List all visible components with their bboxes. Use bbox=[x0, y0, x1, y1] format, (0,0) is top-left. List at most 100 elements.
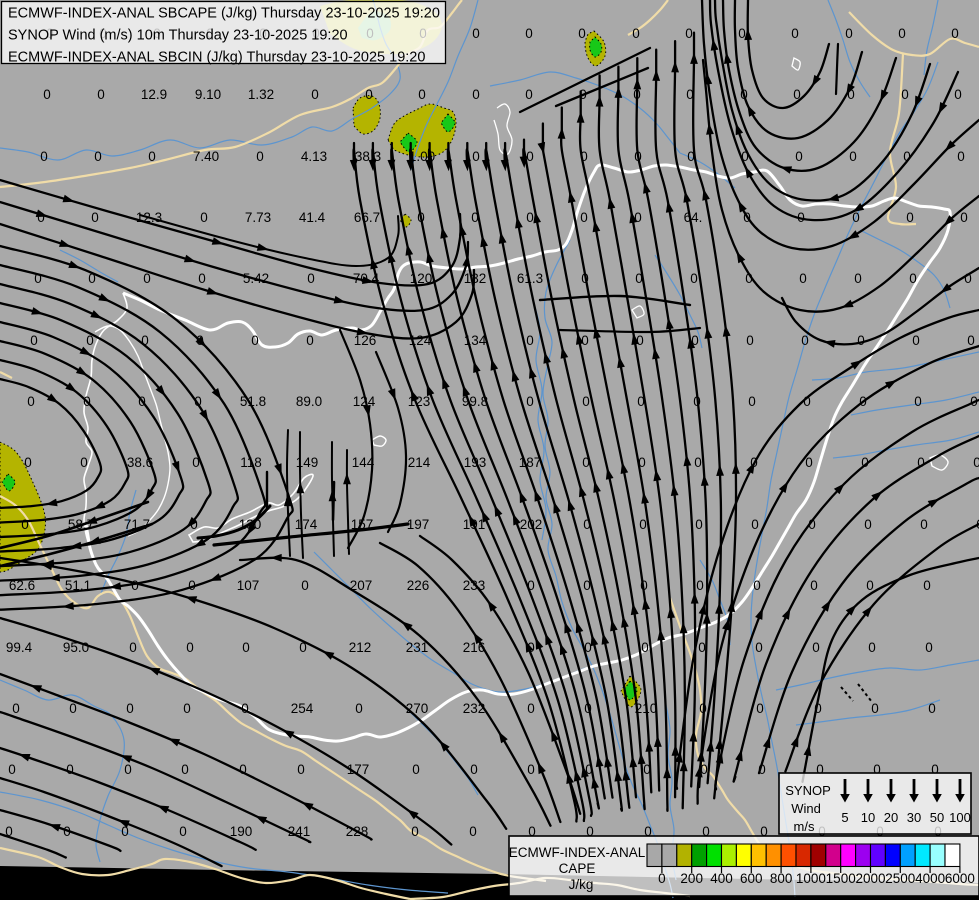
svg-text:0: 0 bbox=[799, 271, 807, 286]
svg-text:0: 0 bbox=[957, 149, 965, 164]
svg-text:0: 0 bbox=[857, 333, 865, 348]
svg-text:0: 0 bbox=[251, 333, 259, 348]
svg-text:0: 0 bbox=[94, 149, 102, 164]
svg-text:0: 0 bbox=[636, 333, 644, 348]
svg-text:0: 0 bbox=[582, 394, 590, 409]
svg-text:m/s: m/s bbox=[794, 819, 815, 834]
svg-text:0: 0 bbox=[920, 517, 928, 532]
svg-text:0: 0 bbox=[527, 701, 535, 716]
svg-text:7.40: 7.40 bbox=[193, 149, 219, 164]
svg-text:38.3: 38.3 bbox=[355, 149, 381, 164]
svg-text:231: 231 bbox=[406, 640, 429, 655]
svg-text:7.73: 7.73 bbox=[245, 210, 271, 225]
svg-text:0: 0 bbox=[639, 517, 647, 532]
svg-text:0: 0 bbox=[526, 210, 534, 225]
svg-text:SYNOP: SYNOP bbox=[785, 783, 831, 798]
svg-text:0: 0 bbox=[634, 210, 642, 225]
svg-text:0: 0 bbox=[40, 149, 48, 164]
svg-text:0: 0 bbox=[411, 824, 419, 839]
svg-text:4.13: 4.13 bbox=[301, 149, 327, 164]
svg-text:0: 0 bbox=[696, 578, 704, 593]
svg-text:0: 0 bbox=[126, 701, 134, 716]
svg-text:0: 0 bbox=[256, 149, 264, 164]
svg-text:1000: 1000 bbox=[796, 871, 826, 886]
svg-text:0: 0 bbox=[472, 87, 480, 102]
svg-text:0: 0 bbox=[756, 701, 764, 716]
svg-text:0: 0 bbox=[580, 210, 588, 225]
svg-text:0: 0 bbox=[960, 210, 968, 225]
svg-text:CAPE: CAPE bbox=[559, 861, 596, 876]
svg-text:ECMWF-INDEX-ANAL SBCIN (J/kg): ECMWF-INDEX-ANAL SBCIN (J/kg) Thursday 2… bbox=[8, 50, 425, 66]
svg-text:66.7: 66.7 bbox=[354, 210, 380, 225]
svg-text:0: 0 bbox=[973, 455, 979, 470]
svg-text:0: 0 bbox=[242, 640, 250, 655]
svg-text:214: 214 bbox=[408, 455, 431, 470]
svg-text:0: 0 bbox=[845, 26, 853, 41]
svg-text:0: 0 bbox=[694, 455, 702, 470]
svg-text:0: 0 bbox=[928, 701, 936, 716]
svg-text:0: 0 bbox=[695, 517, 703, 532]
svg-text:0: 0 bbox=[906, 210, 914, 225]
svg-text:SYNOP Wind (m/s) 10m Thursday: SYNOP Wind (m/s) 10m Thursday 23-10-2025… bbox=[8, 28, 348, 44]
svg-text:100: 100 bbox=[949, 810, 971, 825]
svg-text:0: 0 bbox=[755, 640, 763, 655]
svg-text:270: 270 bbox=[406, 701, 429, 716]
svg-text:200: 200 bbox=[680, 871, 703, 886]
svg-text:232: 232 bbox=[463, 701, 486, 716]
svg-text:ECMWF-INDEX-ANAL: ECMWF-INDEX-ANAL bbox=[509, 845, 646, 860]
svg-text:190: 190 bbox=[230, 824, 253, 839]
svg-text:0: 0 bbox=[914, 394, 922, 409]
svg-text:4000: 4000 bbox=[915, 871, 945, 886]
svg-text:0: 0 bbox=[66, 762, 74, 777]
svg-text:2500: 2500 bbox=[885, 871, 915, 886]
svg-text:ECMWF-INDEX-ANAL SBCAPE (J/kg): ECMWF-INDEX-ANAL SBCAPE (J/kg) Thursday … bbox=[8, 6, 440, 22]
svg-text:0: 0 bbox=[698, 640, 706, 655]
svg-text:0: 0 bbox=[27, 394, 35, 409]
svg-text:0: 0 bbox=[470, 762, 478, 777]
svg-text:5: 5 bbox=[841, 810, 848, 825]
svg-text:J/kg: J/kg bbox=[569, 877, 594, 892]
svg-text:0: 0 bbox=[525, 26, 533, 41]
svg-text:0: 0 bbox=[753, 578, 761, 593]
svg-text:233: 233 bbox=[463, 578, 486, 593]
svg-text:0: 0 bbox=[469, 824, 477, 839]
svg-text:0: 0 bbox=[795, 149, 803, 164]
svg-text:64.: 64. bbox=[684, 210, 703, 225]
svg-text:0: 0 bbox=[526, 394, 534, 409]
svg-text:0: 0 bbox=[791, 26, 799, 41]
svg-text:0: 0 bbox=[198, 271, 206, 286]
svg-text:0: 0 bbox=[641, 640, 649, 655]
svg-text:0: 0 bbox=[412, 762, 420, 777]
svg-text:0: 0 bbox=[472, 26, 480, 41]
svg-text:0: 0 bbox=[868, 640, 876, 655]
svg-text:0: 0 bbox=[812, 640, 820, 655]
svg-text:0: 0 bbox=[967, 333, 975, 348]
svg-text:0: 0 bbox=[748, 394, 756, 409]
svg-text:0: 0 bbox=[91, 210, 99, 225]
svg-text:1.32: 1.32 bbox=[248, 87, 274, 102]
svg-text:2000: 2000 bbox=[855, 871, 885, 886]
svg-text:0: 0 bbox=[181, 762, 189, 777]
svg-text:0: 0 bbox=[179, 824, 187, 839]
svg-text:212: 212 bbox=[349, 640, 372, 655]
svg-text:254: 254 bbox=[291, 701, 314, 716]
svg-text:0: 0 bbox=[871, 701, 879, 716]
svg-text:0: 0 bbox=[80, 455, 88, 470]
svg-text:0: 0 bbox=[311, 87, 319, 102]
svg-text:0: 0 bbox=[925, 640, 933, 655]
svg-text:0: 0 bbox=[183, 701, 191, 716]
svg-text:0: 0 bbox=[307, 271, 315, 286]
svg-text:0: 0 bbox=[12, 701, 20, 716]
svg-text:0: 0 bbox=[578, 26, 586, 41]
svg-text:50: 50 bbox=[930, 810, 944, 825]
svg-text:0: 0 bbox=[365, 87, 373, 102]
svg-text:0: 0 bbox=[898, 26, 906, 41]
svg-text:0: 0 bbox=[951, 26, 959, 41]
svg-text:0: 0 bbox=[418, 87, 426, 102]
svg-text:197: 197 bbox=[407, 517, 430, 532]
svg-text:0: 0 bbox=[901, 87, 909, 102]
svg-text:0: 0 bbox=[912, 333, 920, 348]
svg-text:0: 0 bbox=[297, 762, 305, 777]
svg-text:0: 0 bbox=[866, 578, 874, 593]
svg-text:0: 0 bbox=[954, 87, 962, 102]
